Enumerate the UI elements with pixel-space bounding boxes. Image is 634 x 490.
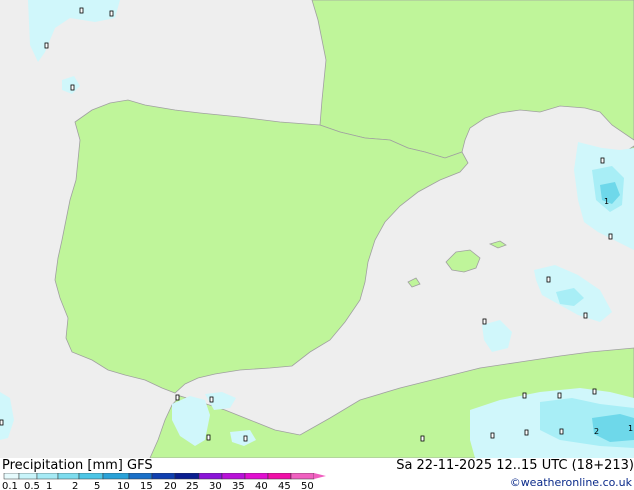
legend-label: 20 bbox=[164, 481, 177, 490]
legend-label: 0.5 bbox=[24, 481, 40, 490]
station-marker bbox=[243, 435, 248, 442]
legend-swatch bbox=[78, 473, 104, 480]
station-marker bbox=[109, 10, 114, 17]
legend-swatch bbox=[267, 473, 292, 480]
legend-label: 35 bbox=[232, 481, 245, 490]
legend-swatch bbox=[290, 473, 315, 480]
legend-label: 2 bbox=[72, 481, 78, 490]
station-marker bbox=[583, 312, 588, 319]
station-marker bbox=[206, 434, 211, 441]
station-marker bbox=[600, 157, 605, 164]
station-marker bbox=[420, 435, 425, 442]
legend-label: 40 bbox=[255, 481, 268, 490]
legend-label: 1 bbox=[46, 481, 52, 490]
station-marker bbox=[0, 419, 4, 426]
legend-swatch bbox=[221, 473, 246, 480]
legend-swatch bbox=[244, 473, 269, 480]
station-marker bbox=[175, 394, 180, 401]
legend-swatch bbox=[102, 473, 130, 480]
legend-swatch bbox=[18, 473, 38, 480]
legend-swatch bbox=[3, 473, 20, 480]
precip-value-label: 2 bbox=[594, 427, 599, 436]
station-marker bbox=[79, 7, 84, 14]
station-marker bbox=[557, 392, 562, 399]
legend-swatch bbox=[57, 473, 80, 480]
precip-value-label: 1 bbox=[628, 424, 633, 433]
legend-label: 10 bbox=[117, 481, 130, 490]
legend-label: 5 bbox=[94, 481, 100, 490]
station-marker bbox=[546, 276, 551, 283]
legend-label: 30 bbox=[209, 481, 222, 490]
credit-link[interactable]: ©weatheronline.co.uk bbox=[510, 476, 632, 489]
station-marker bbox=[524, 429, 529, 436]
station-marker bbox=[559, 428, 564, 435]
chart-title: Precipitation [mm] GFS bbox=[2, 458, 153, 473]
legend-arrow bbox=[314, 473, 326, 479]
station-marker bbox=[592, 388, 597, 395]
station-marker bbox=[209, 396, 214, 403]
station-marker bbox=[44, 42, 49, 49]
station-marker bbox=[70, 84, 75, 91]
color-scale: 0.1 0.5 1 2 5 10 15 20 25 30 35 40 45 50 bbox=[2, 473, 326, 490]
legend-swatch bbox=[174, 473, 200, 480]
legend-bar: Precipitation [mm] GFS Sa 22-11-2025 12.… bbox=[0, 458, 634, 490]
station-marker bbox=[522, 392, 527, 399]
legend-swatch bbox=[198, 473, 223, 480]
legend-label: 50 bbox=[301, 481, 314, 490]
legend-label: 25 bbox=[186, 481, 199, 490]
legend-swatch bbox=[36, 473, 59, 480]
station-marker bbox=[482, 318, 487, 325]
legend-swatch bbox=[128, 473, 153, 480]
precipitation-map: 1 2 1 bbox=[0, 0, 634, 458]
legend-label: 0.1 bbox=[2, 481, 18, 490]
legend-swatch bbox=[151, 473, 176, 480]
legend-label: 45 bbox=[278, 481, 291, 490]
legend-label: 15 bbox=[140, 481, 153, 490]
station-marker bbox=[490, 432, 495, 439]
map-svg: 1 2 1 bbox=[0, 0, 634, 458]
station-marker bbox=[608, 233, 613, 240]
precip-value-label: 1 bbox=[604, 197, 609, 206]
valid-time: Sa 22-11-2025 12..15 UTC (18+213) bbox=[396, 458, 634, 473]
